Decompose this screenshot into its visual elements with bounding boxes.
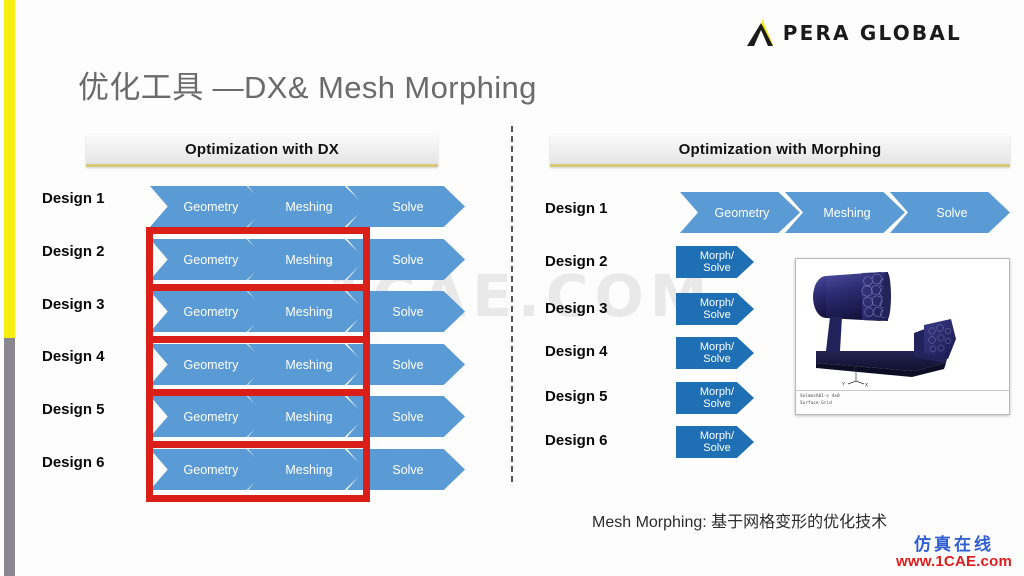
svg-text:Z: Z [854,366,857,372]
design-label-right-3: Design 3 [545,300,608,317]
chevron-right-d3-morph-solve: Morph/Solve [676,293,754,325]
chevron-right-d1-meshing: Meshing [785,192,905,233]
chevron-left-d1-solve: Solve [347,186,465,227]
morph-label-line1: Morph/ [699,296,735,309]
repeated-steps-highlight-box [146,227,370,502]
design-label-right-5: Design 5 [545,388,608,405]
thumbnail-caption-line2: Surface Grid [800,400,832,406]
repeated-steps-separator-5 [146,441,370,448]
slide-canvas: PERA GLOBAL 优化工具 —DX& Mesh Morphing Opti… [0,0,1024,576]
chevron-label: Geometry [183,199,239,214]
morph-label-line1: Morph/ [699,429,735,442]
morph-label-line1: Morph/ [699,385,735,398]
design-label-left-2: Design 2 [42,243,105,260]
chevron-label: Morph/Solve [700,297,734,322]
design-label-left-3: Design 3 [42,296,105,313]
left-edge-gray-bar [4,338,15,576]
morph-label-line2: Solve [703,398,731,410]
left-edge-yellow-bar [4,0,15,338]
cfd-mesh-image: Z Y X [796,259,1009,391]
chevron-label: Morph/Solve [700,386,734,411]
thumbnail-caption-line1: Solmesh01-c 4x0 [800,394,840,399]
chevron-right-d4-morph-solve: Morph/Solve [676,337,754,369]
repeated-steps-separator-4 [146,389,370,396]
design-label-left-4: Design 4 [42,348,105,365]
chevron-right-d6-morph-solve: Morph/Solve [676,426,754,458]
site-watermark: 仿真在线 www.1CAE.com [896,536,1012,570]
panel-divider [511,126,513,482]
svg-text:X: X [865,383,868,389]
design-label-right-1: Design 1 [545,200,608,217]
morph-label-line2: Solve [703,442,731,454]
design-label-right-4: Design 4 [545,343,608,360]
chevron-label: Morph/Solve [700,250,734,275]
chevron-label: Meshing [823,205,871,220]
morph-label-line2: Solve [703,353,731,365]
panel-header-dx: Optimization with DX [86,134,438,167]
chevron-right-d2-morph-solve: Morph/Solve [676,246,754,278]
panel-header-dx-label: Optimization with DX [185,140,339,158]
morph-label-line2: Solve [703,309,731,321]
chevron-left-d1-meshing: Meshing [248,186,366,227]
panel-header-morphing: Optimization with Morphing [550,134,1010,167]
design-label-left-1: Design 1 [42,190,105,207]
morph-label-line1: Morph/ [699,249,735,262]
chevron-label: Solve [392,357,424,372]
chevron-label: Morph/Solve [700,430,734,455]
logo-wordmark: PERA GLOBAL [782,21,962,45]
chevron-left-d1-geometry: Geometry [150,186,268,227]
chevron-label: Morph/Solve [700,341,734,366]
morph-label-line1: Morph/ [699,340,735,353]
chevron-right-d5-morph-solve: Morph/Solve [676,382,754,414]
site-watermark-cn: 仿真在线 [913,535,994,555]
site-watermark-url: www.1CAE.com [895,553,1012,571]
chevron-label: Solve [392,252,424,267]
chevron-label: Solve [392,304,424,319]
design-label-right-6: Design 6 [545,432,608,449]
chevron-label: Geometry [714,205,770,220]
panel-header-morphing-label: Optimization with Morphing [678,140,882,158]
chevron-label: Meshing [285,199,333,214]
design-label-left-6: Design 6 [42,454,105,471]
cfd-mesh-thumbnail: Z Y X Solmesh01-c 4x0 Surface Grid [795,258,1010,415]
design-label-left-5: Design 5 [42,401,105,418]
design-label-right-2: Design 2 [545,253,608,270]
repeated-steps-separator-3 [146,336,370,343]
chevron-right-d1-geometry: Geometry [680,192,800,233]
page-title: 优化工具 —DX& Mesh Morphing [78,70,537,105]
mesh-morphing-caption: Mesh Morphing: 基于网格变形的优化技术 [592,514,888,531]
chevron-label: Solve [392,409,424,424]
svg-text:Y: Y [841,382,845,388]
chevron-right-d1-solve: Solve [890,192,1010,233]
repeated-steps-separator-2 [146,284,370,291]
morph-label-line2: Solve [703,262,731,274]
pera-triangle-icon [746,18,778,48]
chevron-label: Solve [392,199,424,214]
thumbnail-caption: Solmesh01-c 4x0 Surface Grid [796,390,1009,414]
chevron-label: Solve [392,462,424,477]
pera-global-logo: PERA GLOBAL [746,18,962,48]
chevron-label: Solve [936,205,968,220]
